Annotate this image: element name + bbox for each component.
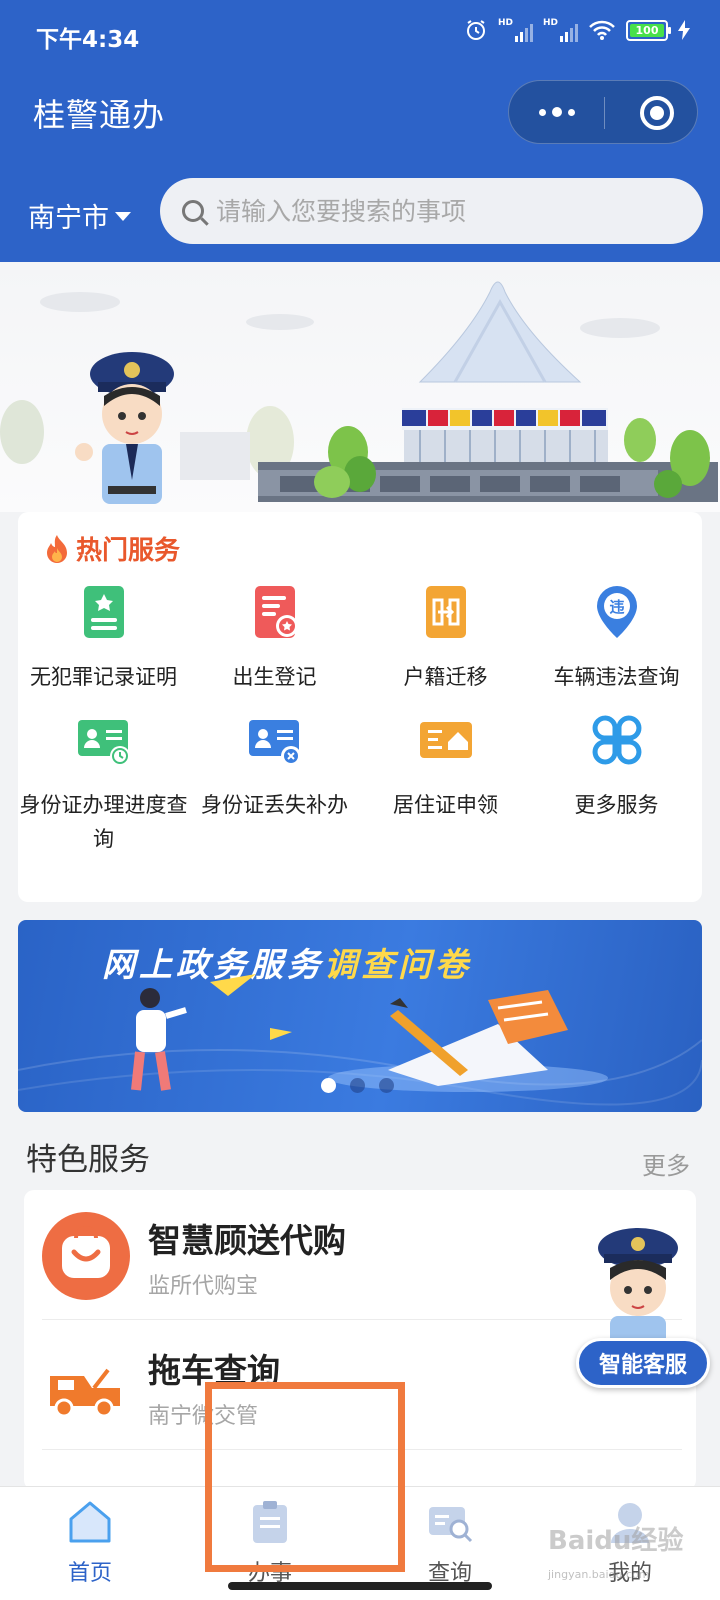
service-label: 更多服务 (574, 793, 659, 817)
signal-icon-2: HD (543, 18, 578, 42)
mini-program-capsule (508, 80, 698, 144)
city-label: 南宁市 (28, 203, 109, 234)
search-bar[interactable] (160, 178, 703, 244)
certificate-icon (83, 586, 124, 638)
carousel-dots (321, 1078, 394, 1093)
service-id-reissue[interactable]: 身份证丢失补办 (189, 710, 360, 822)
flame-icon (47, 534, 67, 563)
service-household-transfer[interactable]: 户籍迁移 (360, 582, 531, 694)
service-label: 无犯罪记录证明 (30, 665, 177, 689)
featured-more-link[interactable]: 更多 (642, 1146, 690, 1181)
hero-scene (0, 281, 718, 504)
watermark-url: jingyan.baidu.com (548, 1568, 650, 1581)
household-transfer-icon (425, 586, 466, 638)
annotation-highlight-box (205, 1382, 405, 1572)
home-indicator (228, 1582, 492, 1590)
service-vehicle-violation[interactable]: 违 车辆违法查询 (531, 582, 702, 694)
service-label: 出生登记 (232, 665, 317, 689)
police-mascot (75, 352, 174, 504)
status-bar: 下午4:34 HD HD 100 (0, 0, 720, 68)
featured-title: 特色服务 (26, 1142, 150, 1178)
signal-icon: HD (498, 18, 533, 42)
app-screen: 下午4:34 HD HD 100 桂警通办 南宁市 请输入您要搜索的事项 热门服… (0, 0, 720, 1600)
hot-services-card: 热门服务 无犯罪记录证明 出生登记 户籍迁移 违 车辆违法查询 身份证办理进度查… (18, 512, 702, 902)
service-more[interactable]: 更多服务 (531, 710, 702, 822)
alarm-icon (466, 20, 485, 40)
header: 下午4:34 HD HD 100 桂警通办 南宁市 请输入您要搜索的事项 (0, 0, 720, 262)
battery-icon: 100 (626, 19, 671, 41)
tab-home[interactable]: 首页 (0, 1487, 180, 1600)
service-residence-permit[interactable]: 居住证申领 (360, 710, 531, 822)
service-birth-register[interactable]: 出生登记 (189, 582, 360, 694)
caret-down-icon (115, 212, 131, 221)
stadium-color-band (402, 410, 606, 426)
residence-permit-icon (419, 722, 472, 758)
carousel-dot[interactable] (379, 1078, 394, 1093)
service-criminal-record[interactable]: 无犯罪记录证明 (18, 582, 189, 694)
id-reissue-icon (248, 720, 301, 766)
city-selector[interactable]: 南宁市 (28, 196, 131, 235)
watermark: Baidu经验 (548, 1526, 684, 1556)
shopping-bag-icon (42, 1212, 130, 1300)
hot-services-title: 热门服务 (76, 536, 181, 566)
featured-item-name: 智慧顾送代购 (148, 1221, 346, 1260)
service-label: 车辆违法查询 (553, 665, 680, 689)
featured-item-sub: 监所代购宝 (148, 1274, 259, 1299)
home-icon (69, 1501, 111, 1543)
close-mini-program-button[interactable] (640, 96, 674, 130)
survey-banner[interactable]: 网上政务服务调查问卷 (18, 920, 702, 1112)
vehicle-violation-icon: 违 (596, 586, 637, 638)
status-time: 下午4:34 (36, 27, 140, 53)
search-icon (182, 200, 204, 222)
search-input[interactable] (216, 196, 656, 226)
query-icon (429, 1507, 473, 1543)
charging-icon (678, 20, 690, 40)
app-title: 桂警通办 (33, 96, 166, 134)
hero-illustration (0, 262, 720, 512)
service-label: 户籍迁移 (403, 665, 488, 689)
service-label: 居住证申领 (393, 793, 498, 817)
carousel-dot[interactable] (321, 1078, 336, 1093)
carousel-dot[interactable] (350, 1078, 365, 1093)
status-icons: HD HD 100 (464, 18, 690, 42)
service-id-progress[interactable]: 身份证办理进度查询 (18, 710, 189, 856)
tab-label: 首页 (67, 1561, 112, 1586)
hot-services-header: 热门服务 (44, 530, 180, 567)
service-label: 身份证办理进度查询 (19, 793, 188, 851)
svg-text:违: 违 (609, 598, 624, 616)
wifi-icon (589, 20, 615, 40)
id-progress-icon (77, 720, 130, 766)
smart-service-button[interactable]: 智能客服 (576, 1338, 710, 1388)
capsule-divider (604, 97, 605, 129)
birth-register-icon (254, 586, 298, 638)
more-services-icon (592, 715, 641, 765)
more-menu-button[interactable] (509, 81, 604, 143)
tow-truck-icon (50, 1368, 120, 1418)
service-label: 身份证丢失补办 (201, 793, 348, 817)
